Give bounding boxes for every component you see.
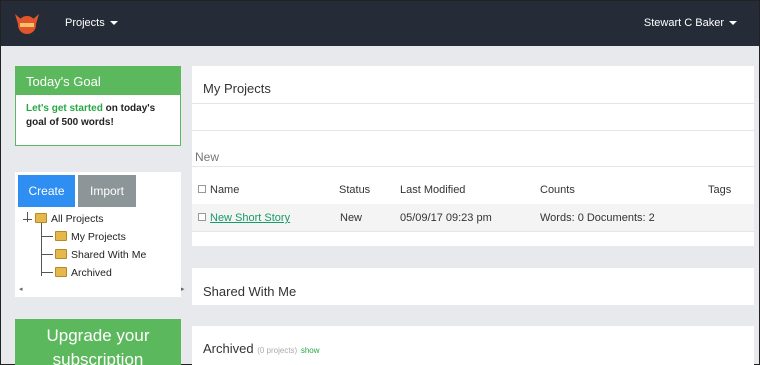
todays-goal-text: Let's get started on today's goal of 500…: [16, 95, 180, 137]
folder-icon: [35, 213, 47, 224]
column-header-tags: Tags: [708, 184, 732, 196]
folder-icon: [55, 231, 67, 242]
column-header-status: Status: [339, 184, 371, 196]
project-tree: All Projects My Projects Shared With Me …: [19, 210, 179, 285]
my-projects-panel: My Projects New Name Status Last Modifie…: [192, 66, 754, 246]
project-link[interactable]: New Short Story: [210, 212, 290, 224]
upgrade-line-1: Upgrade your: [46, 326, 150, 345]
folder-icon: [55, 267, 67, 278]
archived-count: (0 projects): [257, 346, 298, 355]
section-new-label: New: [195, 150, 220, 164]
tree-line: [41, 254, 53, 255]
column-header-name: Name: [198, 184, 239, 196]
create-button[interactable]: Create: [18, 175, 75, 207]
select-all-checkbox[interactable]: [198, 185, 206, 194]
tree-item-label: All Projects: [51, 213, 104, 225]
divider: [192, 231, 754, 232]
upgrade-subscription-banner[interactable]: Upgrade your subscription: [15, 319, 181, 365]
row-status-cell: New: [340, 212, 363, 224]
column-header-last-modified: Last Modified: [400, 184, 466, 196]
shared-with-me-panel: Shared With Me: [192, 268, 754, 305]
todays-goal-card: Today's Goal Let's get started on today'…: [15, 66, 181, 146]
user-menu-label: Stewart C Baker: [643, 17, 724, 29]
tree-line: [41, 222, 42, 276]
archived-show-link[interactable]: show: [301, 346, 320, 355]
tree-line: [23, 219, 32, 220]
tree-item-label: My Projects: [71, 231, 126, 243]
tree-line: [27, 212, 28, 222]
tree-line: [41, 236, 53, 237]
row-counts-cell: Words: 0 Documents: 2: [540, 212, 655, 224]
row-modified-cell: 05/09/17 09:23 pm: [400, 212, 492, 224]
todays-goal-title: Today's Goal: [16, 67, 180, 95]
upgrade-line-2: subscription: [52, 350, 144, 365]
row-checkbox[interactable]: [198, 213, 206, 222]
tree-horizontal-scrollbar[interactable]: ◂ ▸: [19, 285, 195, 295]
divider: [192, 166, 754, 167]
tree-line: [41, 272, 53, 273]
chevron-down-icon: [729, 21, 737, 26]
tree-item-shared-with-me[interactable]: Shared With Me: [55, 247, 146, 263]
tree-item-label: Shared With Me: [71, 249, 147, 261]
import-button[interactable]: Import: [78, 175, 136, 207]
tree-item-all-projects[interactable]: All Projects: [35, 211, 104, 227]
project-tree-panel: Create Import All Projects My Projects S…: [15, 172, 181, 297]
top-navbar: Projects Stewart C Baker: [1, 1, 759, 46]
archived-panel: Archived (0 projects) show: [192, 326, 754, 365]
divider: [192, 130, 754, 131]
scroll-right-icon[interactable]: ▸: [181, 285, 185, 293]
page-title: My Projects: [203, 81, 271, 96]
projects-menu[interactable]: Projects: [65, 17, 118, 29]
tree-item-archived[interactable]: Archived: [55, 265, 112, 281]
column-header-label: Name: [210, 184, 240, 196]
divider: [192, 103, 754, 104]
shared-with-me-title: Shared With Me: [203, 284, 297, 299]
archived-title: Archived: [203, 341, 254, 356]
tree-item-label: Archived: [71, 267, 112, 279]
scroll-left-icon[interactable]: ◂: [19, 285, 23, 293]
user-menu[interactable]: Stewart C Baker: [644, 17, 737, 29]
row-name-cell: New Short Story: [198, 212, 290, 224]
goal-lead-text: Let's get started: [26, 103, 103, 114]
column-header-counts: Counts: [540, 184, 575, 196]
app-logo-icon[interactable]: [13, 12, 41, 36]
chevron-down-icon: [109, 21, 118, 26]
folder-icon: [55, 249, 67, 260]
tree-item-my-projects[interactable]: My Projects: [55, 229, 126, 245]
projects-menu-label: Projects: [65, 17, 105, 29]
archived-title-row: Archived (0 projects) show: [203, 341, 320, 356]
